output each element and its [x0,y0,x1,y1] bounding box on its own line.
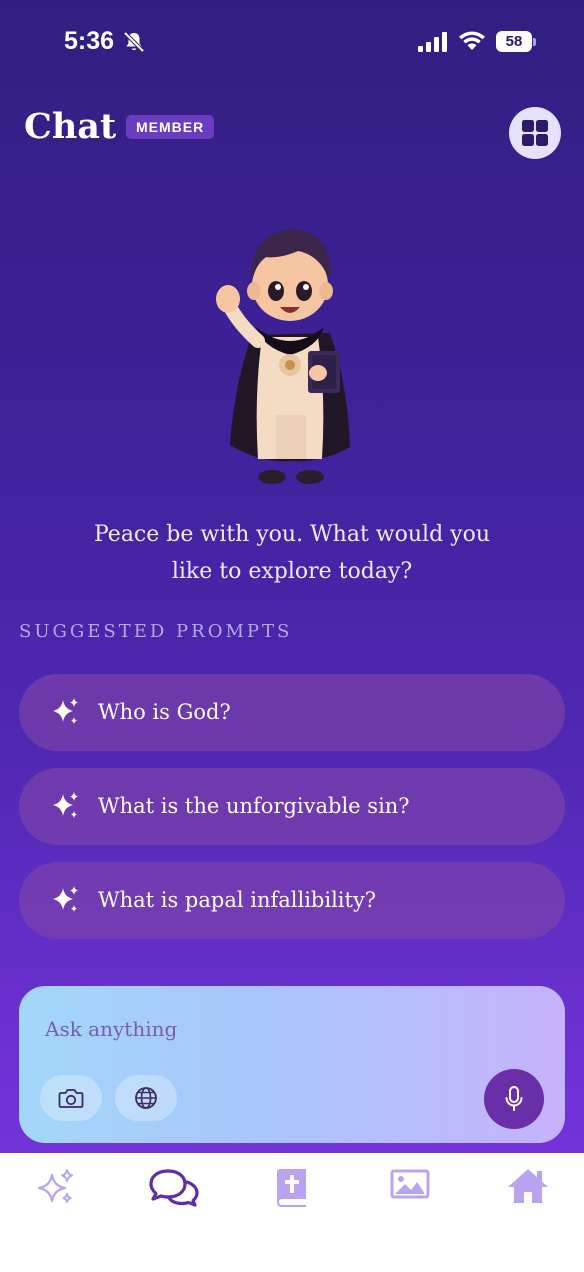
wifi-icon [459,31,485,50]
camera-icon [58,1089,84,1108]
suggested-prompt-text: Who is God? [98,700,231,724]
sparkles-icon [37,1169,73,1203]
greeting-message: Peace be with you. What would you like t… [60,516,524,590]
signal-icon [418,32,447,52]
tab-bible[interactable] [262,1167,322,1211]
chat-composer [19,986,565,1143]
suggested-prompt-2[interactable]: What is the unforgivable sin? [19,768,565,845]
member-badge: MEMBER [126,115,215,139]
camera-button[interactable] [40,1075,102,1121]
sparkle-icon [53,886,78,912]
suggested-prompt-text: What is the unforgivable sin? [98,794,410,818]
suggested-prompt-1[interactable]: Who is God? [19,674,565,751]
tab-home[interactable] [498,1167,558,1211]
page-title: Chat [24,106,117,147]
status-bar: 5:36 58 [0,0,584,86]
mascot-illustration [216,229,350,484]
sparkle-icon [53,792,78,818]
ask-anything-input[interactable] [45,1012,465,1046]
tab-gallery[interactable] [380,1167,440,1211]
microphone-icon [505,1086,523,1111]
battery-tip [533,38,536,46]
bible-icon [277,1169,306,1207]
suggested-prompts-label: SUGGESTED PROMPTS [19,621,293,642]
globe-icon [135,1087,157,1109]
image-icon [390,1169,430,1199]
sparkle-icon [53,698,78,724]
home-icon [508,1169,548,1203]
battery-icon: 58 [496,31,536,53]
tab-discover[interactable] [26,1167,86,1211]
suggested-prompt-text: What is papal infallibility? [98,888,377,912]
web-search-button[interactable] [115,1075,177,1121]
greeting-line-2: like to explore today? [171,559,413,584]
menu-grid-button[interactable] [509,107,561,159]
status-time: 5:36 [64,27,115,55]
suggested-prompt-3[interactable]: What is papal infallibility? [19,862,565,939]
voice-input-button[interactable] [484,1069,544,1129]
bottom-tab-bar [0,1153,584,1272]
bell-slash-icon [123,31,145,53]
chat-bubbles-icon [149,1169,199,1207]
grid-icon [522,120,548,146]
greeting-line-1: Peace be with you. What would you [93,522,490,547]
tab-chat[interactable] [144,1167,204,1211]
battery-level: 58 [496,31,532,52]
